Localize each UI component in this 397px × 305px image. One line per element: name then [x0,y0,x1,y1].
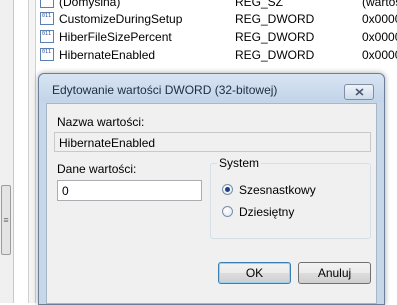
tree-scrollbar-thumb[interactable]: ≡ [1,185,11,255]
decimal-radio[interactable] [222,206,233,217]
base-group-title: System [217,156,262,170]
registry-value-name: (Domyślna) [59,0,121,9]
tree-pane: ≡ [0,0,14,303]
edit-dword-dialog: Edytowanie wartości DWORD (32-bitowej) N… [38,73,385,305]
registry-value-icon: 011 110 [40,30,54,43]
decimal-radio-label[interactable]: Dziesiętny [239,205,294,219]
cancel-button[interactable]: Anuluj [298,262,371,284]
hex-radio[interactable] [222,184,233,195]
value-data-input[interactable] [57,180,202,201]
registry-row[interactable]: 011 110 HiberFileSizePercent REG_DWORD 0… [40,28,397,46]
registry-value-name: HibernateEnabled [59,48,156,62]
registry-value-name: CustomizeDuringSetup [59,12,183,26]
close-button[interactable] [344,84,374,100]
radio-selected-dot [225,187,230,192]
value-data-label: Dane wartości: [57,162,137,176]
value-name-field: HibernateEnabled [54,132,371,152]
registry-value-name: HiberFileSizePercent [59,30,172,44]
close-icon [355,88,364,96]
registry-row[interactable]: 011 110 HibernateEnabled REG_DWORD 0x000… [40,46,397,64]
registry-value-icon: 011 110 [40,0,54,8]
pane-splitter[interactable] [28,0,36,303]
registry-value-type: REG_DWORD [235,12,315,26]
registry-value-type: REG_SZ [235,0,284,9]
registry-value-icon: 011 110 [40,12,54,25]
registry-value-type: REG_DWORD [235,48,315,62]
registry-value-icon: 011 110 [40,48,54,61]
value-name-label: Nazwa wartości: [57,115,145,129]
dialog-titlebar[interactable]: Edytowanie wartości DWORD (32-bitowej) [39,74,384,102]
dialog-title: Edytowanie wartości DWORD (32-bitowej) [52,83,278,97]
dialog-body: Nazwa wartości: HibernateEnabled Dane wa… [46,103,377,304]
registry-value-data: (wartość [362,0,397,9]
registry-value-data: 0x000000 [362,30,397,44]
registry-value-data: 0x000000 [362,12,397,26]
ok-button[interactable]: OK [218,262,291,284]
base-groupbox: System Szesnastkowy Dziesiętny [210,156,371,239]
hex-radio-label[interactable]: Szesnastkowy [239,183,316,197]
registry-value-data: 0x000000 [362,48,397,62]
registry-row[interactable]: 011 110 CustomizeDuringSetup REG_DWORD 0… [40,10,397,28]
registry-value-type: REG_DWORD [235,30,315,44]
